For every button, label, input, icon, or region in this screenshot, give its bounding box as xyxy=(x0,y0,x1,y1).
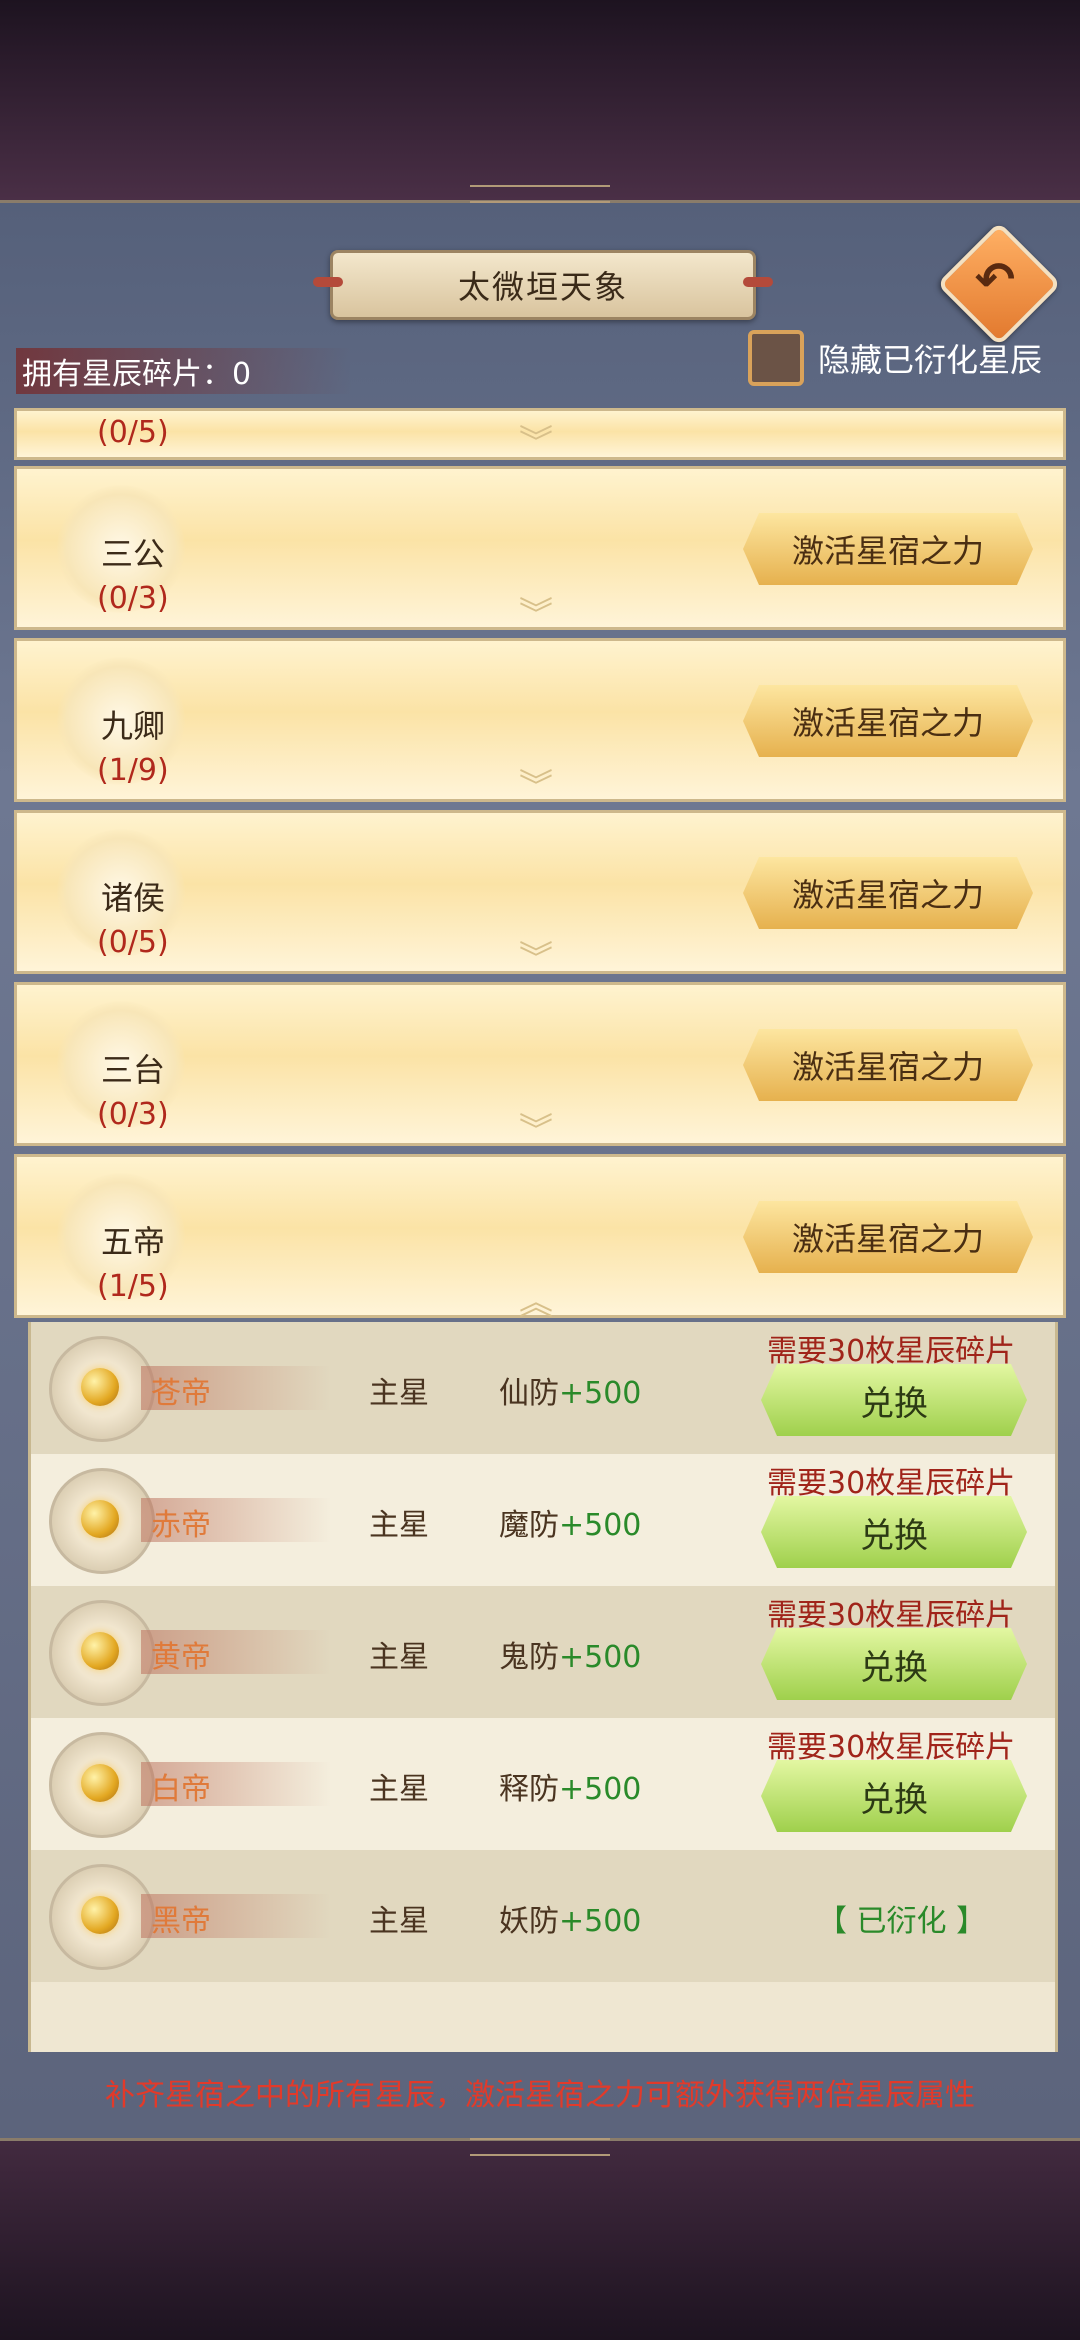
star-row: 白帝 主星 释防+500 需要30枚星辰碎片 兑换 xyxy=(31,1718,1055,1850)
top-ornament xyxy=(470,185,610,203)
title-right-cap xyxy=(743,277,773,287)
star-attribute: 仙防+500 xyxy=(499,1376,642,1411)
chevron-down-icon[interactable]: ︾ xyxy=(519,587,553,636)
exchange-button[interactable]: 兑换 xyxy=(761,1496,1027,1568)
constellation-name: 诸侯 xyxy=(101,879,166,917)
constellation-name: 九卿 xyxy=(101,707,166,745)
star-type: 主星 xyxy=(369,1904,429,1939)
constellation-count: (0/5) xyxy=(97,925,169,960)
star-orb-icon xyxy=(81,1764,119,1802)
star-row: 黄帝 主星 鬼防+500 需要30枚星辰碎片 兑换 xyxy=(31,1586,1055,1718)
constellation-name: 三台 xyxy=(101,1051,166,1089)
top-background xyxy=(0,0,1080,200)
star-type: 主星 xyxy=(369,1640,429,1675)
footer-hint: 补齐星宿之中的所有星辰，激活星宿之力可额外获得两倍星辰属性 xyxy=(105,2078,975,2113)
star-type: 主星 xyxy=(369,1376,429,1411)
shards-count: 拥有星辰碎片：0 xyxy=(16,348,352,394)
constellation-count: (1/9) xyxy=(97,753,169,788)
exchange-button[interactable]: 兑换 xyxy=(761,1760,1027,1832)
back-arrow-icon[interactable]: ↶ xyxy=(960,248,1030,312)
constellation-card[interactable]: 三台 (0/3) ︾ 激活星宿之力 xyxy=(14,982,1066,1151)
constellation-card[interactable]: 五帝 (1/5) ︽ 激活星宿之力 xyxy=(14,1154,1066,1323)
exchange-button[interactable]: 兑换 xyxy=(761,1364,1027,1436)
star-type: 主星 xyxy=(369,1772,429,1807)
constellation-count: (0/3) xyxy=(97,581,169,616)
star-orb-icon xyxy=(81,1500,119,1538)
hide-evolved-label: 隐藏已衍化星辰 xyxy=(818,341,1043,379)
constellation-card[interactable]: 九卿 (1/9) ︾ 激活星宿之力 xyxy=(14,638,1066,807)
chevron-down-icon[interactable]: ︾ xyxy=(519,415,553,464)
hide-evolved-checkbox[interactable] xyxy=(748,330,804,386)
constellation-card[interactable]: 诸侯 (0/5) ︾ 激活星宿之力 xyxy=(14,810,1066,979)
constellation-name: 三公 xyxy=(101,535,166,573)
shard-requirement: 需要30枚星辰碎片 xyxy=(767,1334,1016,1369)
page-title: 太微垣天象 xyxy=(457,268,628,306)
chevron-down-icon[interactable]: ︾ xyxy=(519,1103,553,1152)
bottom-ornament xyxy=(470,2138,610,2156)
star-name: 苍帝 xyxy=(151,1376,211,1411)
constellation-count: (1/5) xyxy=(97,1269,169,1304)
constellation-card[interactable]: 三公 (0/3) ︾ 激活星宿之力 xyxy=(14,466,1066,635)
evolved-status: 【 已衍化 】 xyxy=(817,1904,987,1939)
chevron-down-icon[interactable]: ︾ xyxy=(519,931,553,980)
star-orb-icon xyxy=(81,1896,119,1934)
star-name: 白帝 xyxy=(151,1772,211,1807)
star-orb-icon xyxy=(81,1632,119,1670)
constellation-card[interactable]: (0/5) ︾ xyxy=(14,408,1066,463)
shard-requirement: 需要30枚星辰碎片 xyxy=(767,1598,1016,1633)
activate-power-button[interactable]: 激活星宿之力 xyxy=(743,1201,1033,1273)
chevron-up-icon[interactable]: ︽ xyxy=(519,1275,553,1324)
star-row: 赤帝 主星 魔防+500 需要30枚星辰碎片 兑换 xyxy=(31,1454,1055,1586)
star-name: 黄帝 xyxy=(151,1640,211,1675)
chevron-down-icon[interactable]: ︾ xyxy=(519,759,553,808)
page-title-plate: 太微垣天象 xyxy=(313,250,773,320)
star-attribute: 妖防+500 xyxy=(499,1904,642,1939)
star-name: 黑帝 xyxy=(151,1904,211,1939)
star-name: 赤帝 xyxy=(151,1508,211,1543)
activate-power-button[interactable]: 激活星宿之力 xyxy=(743,1029,1033,1101)
hide-evolved-toggle[interactable]: 隐藏已衍化星辰 xyxy=(748,330,1042,386)
star-orb-icon xyxy=(81,1368,119,1406)
star-list-panel: 苍帝 主星 仙防+500 需要30枚星辰碎片 兑换 赤帝 主星 魔防+500 需… xyxy=(28,1322,1058,2052)
constellation-name: 五帝 xyxy=(101,1223,166,1261)
star-type: 主星 xyxy=(369,1508,429,1543)
star-row: 黑帝 主星 妖防+500 【 已衍化 】 xyxy=(31,1850,1055,1982)
title-left-cap xyxy=(313,277,343,287)
star-row: 苍帝 主星 仙防+500 需要30枚星辰碎片 兑换 xyxy=(31,1322,1055,1454)
shard-requirement: 需要30枚星辰碎片 xyxy=(767,1730,1016,1765)
star-attribute: 释防+500 xyxy=(499,1772,642,1807)
activate-power-button[interactable]: 激活星宿之力 xyxy=(743,685,1033,757)
activate-power-button[interactable]: 激活星宿之力 xyxy=(743,857,1033,929)
activate-power-button[interactable]: 激活星宿之力 xyxy=(743,513,1033,585)
star-attribute: 魔防+500 xyxy=(499,1508,642,1543)
constellation-count: (0/3) xyxy=(97,1097,169,1132)
star-attribute: 鬼防+500 xyxy=(499,1640,642,1675)
shard-requirement: 需要30枚星辰碎片 xyxy=(767,1466,1016,1501)
exchange-button[interactable]: 兑换 xyxy=(761,1628,1027,1700)
constellation-count: (0/5) xyxy=(97,415,169,450)
